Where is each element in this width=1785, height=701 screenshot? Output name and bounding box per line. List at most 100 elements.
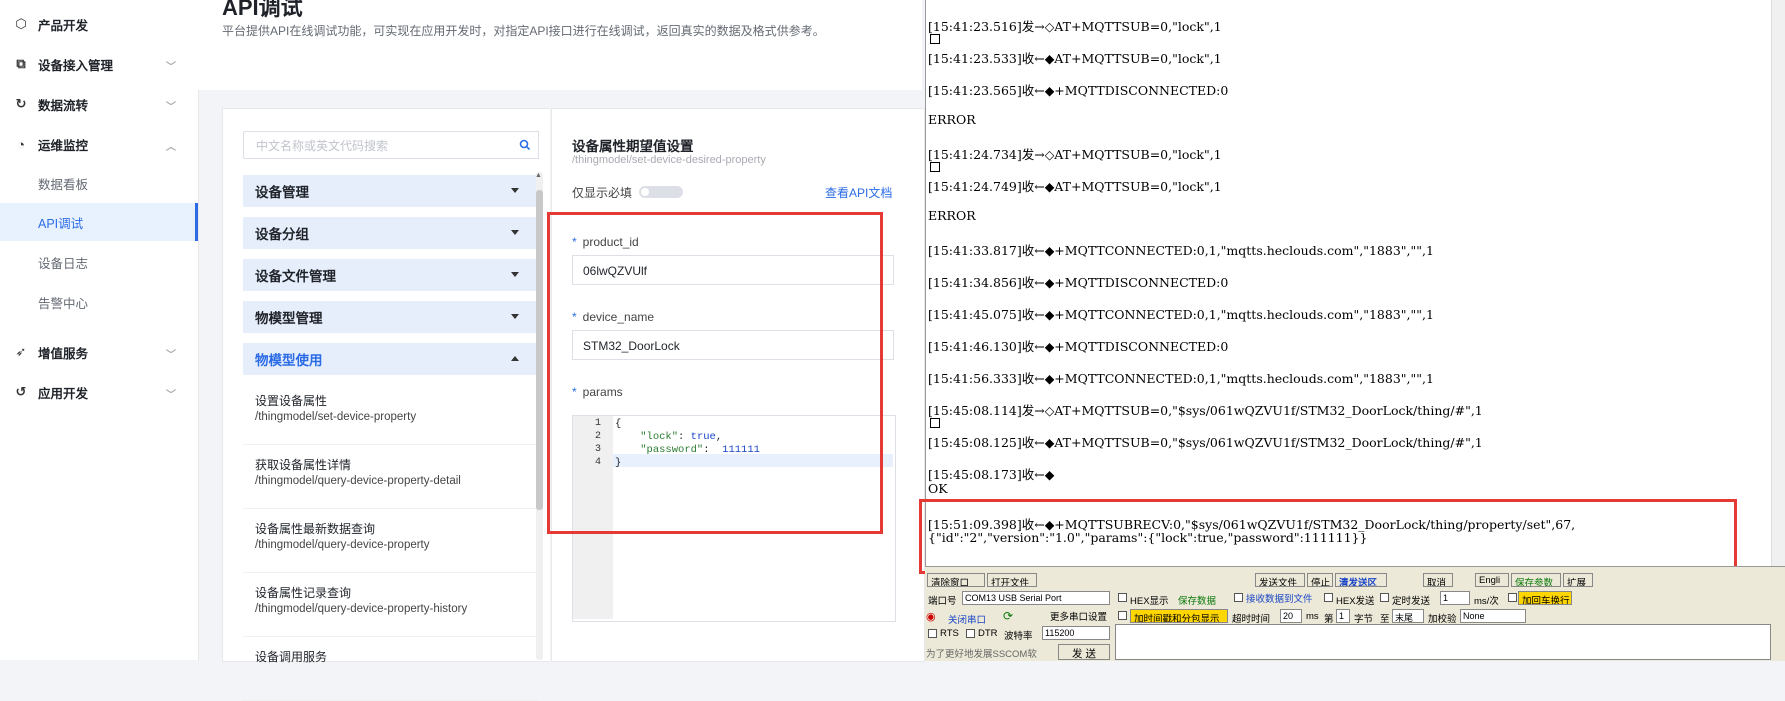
baud-select[interactable]: 115200 — [1042, 626, 1110, 640]
nav-data-flow[interactable]: ↻ 数据流转 ﹀ — [0, 86, 198, 122]
caret-up-icon — [511, 356, 519, 361]
timeout-ms-label: ms — [1306, 611, 1319, 622]
ms-per-unit: ms/次 — [1474, 596, 1499, 607]
port-select[interactable]: COM13 USB Serial Port — [962, 591, 1110, 605]
terminal-line: [15:41:23.533]收←◆AT+MQTTSUB=0,"lock",1 — [928, 51, 1222, 66]
nav-label: 运维监控 — [38, 138, 89, 153]
byte-no-input[interactable]: 1 — [1336, 609, 1350, 623]
nav-app-dev[interactable]: ↺ 应用开发 ﹀ — [0, 374, 198, 410]
terminal-line: [15:41:23.565]收←◆+MQTTDISCONNECTED:0 — [928, 83, 1229, 98]
timestamp-checkbox[interactable] — [1118, 611, 1127, 620]
timed-send-checkbox[interactable] — [1380, 593, 1389, 602]
form-title: 设备属性期望值设置 — [572, 139, 694, 154]
terminal-line: ERROR — [928, 112, 976, 127]
checksum-select[interactable]: None — [1460, 609, 1526, 623]
nav-sub-label: API调试 — [38, 216, 84, 231]
category-thing-model-usage[interactable]: 物模型使用 — [243, 343, 539, 375]
clear-window-button[interactable]: 清除窗口 — [927, 573, 985, 587]
serial-receive-window[interactable]: [15:41:23.516]发→◇AT+MQTTSUB=0,"lock",1 [… — [925, 0, 1785, 578]
rts-label: RTS — [940, 628, 959, 639]
add-crlf-label[interactable]: 加回车换行 — [1518, 591, 1572, 605]
timeout-input[interactable]: 20 — [1280, 609, 1302, 623]
chevron-down-icon: ﹀ — [166, 102, 176, 113]
nav-sub-label: 数据看板 — [38, 177, 89, 192]
nav-sub-alarm[interactable]: 告警中心 — [0, 283, 198, 321]
category-thing-model-management[interactable]: 物模型管理 — [243, 301, 539, 333]
terminal-line: [15:41:24.734]发→◇AT+MQTTSUB=0,"lock",1 — [928, 147, 1222, 162]
terminal-line: ERROR — [928, 208, 976, 223]
save-data-button[interactable]: 保存数据 — [1178, 593, 1216, 607]
api-item-query-property-detail[interactable]: 获取设备属性详情 /thingmodel/query-device-proper… — [243, 445, 539, 509]
close-port-button[interactable]: 关闭串口 — [948, 612, 986, 626]
api-list-scrollbar-thumb[interactable] — [536, 190, 543, 510]
api-item-invoke-service[interactable]: 设备调用服务 — [243, 637, 539, 701]
nav-label: 增值服务 — [38, 346, 89, 361]
clear-send-button[interactable]: 清发送区 — [1335, 573, 1387, 587]
scroll-up-arrow-icon[interactable]: ▲ — [535, 172, 542, 179]
terminal-line: [15:41:56.333]收←◆+MQTTCONNECTED:0,1,"mqt… — [928, 371, 1434, 386]
api-item-query-property[interactable]: 设备属性最新数据查询 /thingmodel/query-device-prop… — [243, 509, 539, 573]
nav-sub-device-log[interactable]: 设备日志 — [0, 243, 198, 281]
nav-device-access[interactable]: ⧉ 设备接入管理 ﹀ — [0, 46, 198, 82]
api-item-query-property-history[interactable]: 设备属性记录查询 /thingmodel/query-device-proper… — [243, 573, 539, 637]
annotation-box-terminal — [919, 499, 1737, 574]
terminal-line: [15:41:23.516]发→◇AT+MQTTSUB=0,"lock",1 — [928, 19, 1222, 34]
open-file-button[interactable]: 打开文件 — [987, 573, 1037, 587]
category-device-group[interactable]: 设备分组 — [243, 217, 539, 249]
nav-sub-api-debug[interactable]: API调试 — [0, 203, 198, 241]
category-label: 设备管理 — [255, 185, 309, 200]
flow-icon: ↻ — [15, 96, 27, 111]
terminal-line: [15:41:34.856]收←◆+MQTTDISCONNECTED:0 — [928, 275, 1229, 290]
nav-sub-dashboard[interactable]: 数据看板 — [0, 164, 198, 202]
hex-display-checkbox[interactable] — [1118, 593, 1127, 602]
terminal-line: [15:45:08.125]收←◆AT+MQTTSUB=0,"$sys/061w… — [928, 435, 1483, 450]
refresh-icon[interactable]: ⟳ — [1003, 609, 1013, 623]
hex-display-label: HEX显示 — [1130, 596, 1169, 607]
dtr-checkbox[interactable] — [966, 629, 975, 638]
cancel-button[interactable]: 取消 — [1423, 573, 1453, 587]
terminal-line: [15:41:24.749]收←◆AT+MQTTSUB=0,"lock",1 — [928, 179, 1222, 194]
english-button[interactable]: Engli — [1475, 573, 1509, 587]
chevron-down-icon: ﹀ — [166, 62, 176, 73]
api-search-input[interactable] — [254, 133, 498, 159]
required-only-toggle[interactable] — [639, 186, 683, 198]
category-device-management[interactable]: 设备管理 — [243, 175, 539, 207]
expand-button[interactable]: 扩展 — [1563, 573, 1593, 587]
more-settings-button[interactable]: 更多串口设置 — [1050, 609, 1107, 623]
page-description: 平台提供API在线调试功能，可实现在应用开发时，对指定API接口进行在线调试，返… — [222, 24, 825, 38]
nav-label: 数据流转 — [38, 98, 89, 113]
form-api-path: /thingmodel/set-device-desired-property — [572, 154, 766, 166]
api-item-path: /thingmodel/query-device-property — [255, 539, 430, 551]
send-text-area[interactable] — [1115, 624, 1771, 660]
send-file-button[interactable]: 发送文件 — [1255, 573, 1305, 587]
api-item-set-device-property[interactable]: 设置设备属性 /thingmodel/set-device-property — [243, 381, 539, 445]
promo-text: 为了更好地发展SSCOM软 — [926, 649, 1037, 660]
end-select[interactable]: 末尾 — [1392, 609, 1424, 623]
device-link-icon: ⧉ — [16, 56, 26, 71]
category-label: 设备分组 — [255, 227, 309, 242]
stop-button[interactable]: 停止 — [1307, 573, 1333, 587]
nav-label: 应用开发 — [38, 386, 89, 401]
add-crlf-checkbox[interactable] — [1508, 593, 1517, 602]
timed-interval-input[interactable]: 1 — [1440, 591, 1470, 605]
recv-to-file-checkbox[interactable] — [1234, 593, 1243, 602]
nav-value-service[interactable]: ➶ 增值服务 ﹀ — [0, 334, 198, 370]
nav-product-dev[interactable]: ⬡ 产品开发 — [0, 6, 198, 42]
api-item-name: 设备调用服务 — [255, 650, 328, 664]
api-item-name: 设置设备属性 — [255, 394, 328, 408]
cube-icon: ⬡ — [15, 16, 27, 31]
search-button[interactable] — [511, 131, 539, 159]
unknown-char-box — [930, 418, 940, 428]
hex-send-checkbox[interactable] — [1324, 593, 1333, 602]
rts-checkbox[interactable] — [928, 629, 937, 638]
chevron-up-icon: ︿ — [166, 142, 176, 153]
timestamp-label: 加时间戳和分包显示 — [1130, 609, 1228, 623]
send-button[interactable]: 发 送 — [1058, 644, 1110, 660]
view-api-doc-link[interactable]: 查看API文档 — [825, 184, 892, 201]
category-device-file[interactable]: 设备文件管理 — [243, 259, 539, 291]
terminal-scrollbar[interactable] — [1771, 0, 1785, 578]
timeout-label: 超时时间 — [1232, 614, 1271, 625]
save-params-button[interactable]: 保存参数 — [1511, 573, 1561, 587]
nav-ops-monitor[interactable]: ◔ 运维监控 ︿ — [0, 126, 198, 162]
terminal-line: [15:41:45.075]收←◆+MQTTCONNECTED:0,1,"mqt… — [928, 307, 1434, 322]
